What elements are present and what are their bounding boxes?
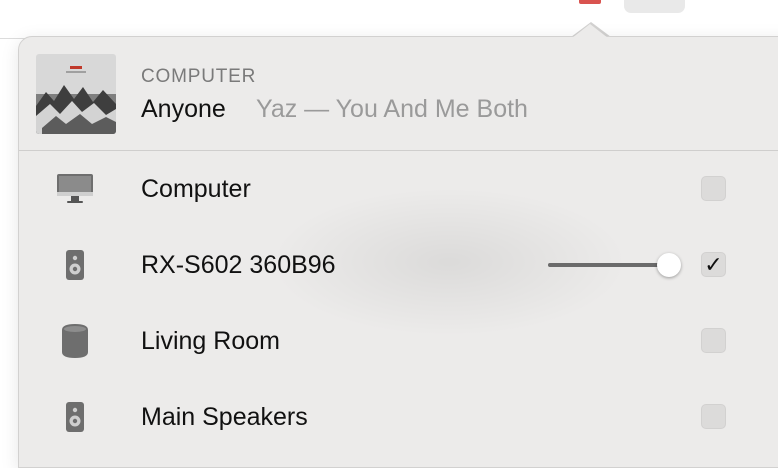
device-label: Living Room xyxy=(141,327,280,355)
volume-slider[interactable] xyxy=(548,253,686,277)
device-checkbox[interactable] xyxy=(701,328,726,353)
now-playing-subtitle: Yaz — You And Me Both xyxy=(256,95,528,123)
device-checkbox[interactable] xyxy=(701,404,726,429)
speaker-icon xyxy=(55,247,95,283)
airplay-popover: COMPUTER Anyone Yaz — You And Me Both Co… xyxy=(18,24,778,468)
homepod-icon xyxy=(55,323,95,359)
toolbar-button[interactable] xyxy=(624,0,685,13)
volume-slider-thumb[interactable] xyxy=(656,253,681,277)
window-toolbar-background xyxy=(0,0,778,39)
device-label: Main Speakers xyxy=(141,403,308,431)
divider xyxy=(19,150,778,151)
now-playing-source: COMPUTER xyxy=(141,66,257,87)
now-playing-header: COMPUTER Anyone Yaz — You And Me Both xyxy=(19,37,778,150)
device-checkbox[interactable] xyxy=(701,176,726,201)
device-row-main-speakers[interactable]: Main Speakers xyxy=(19,385,778,451)
now-playing-title: Anyone xyxy=(141,95,226,123)
album-artwork xyxy=(36,54,116,134)
device-label: Computer xyxy=(141,175,251,203)
toolbar-indicator xyxy=(579,0,601,4)
device-row-living-room[interactable]: Living Room xyxy=(19,309,778,375)
device-checkbox-checked[interactable]: ✓ xyxy=(701,252,726,277)
device-row-rx-s602[interactable]: RX-S602 360B96 ✓ xyxy=(19,233,778,299)
speaker-icon xyxy=(55,399,95,435)
device-label: RX-S602 360B96 xyxy=(141,251,336,279)
imac-icon xyxy=(55,171,95,207)
device-row-computer[interactable]: Computer xyxy=(19,157,778,223)
